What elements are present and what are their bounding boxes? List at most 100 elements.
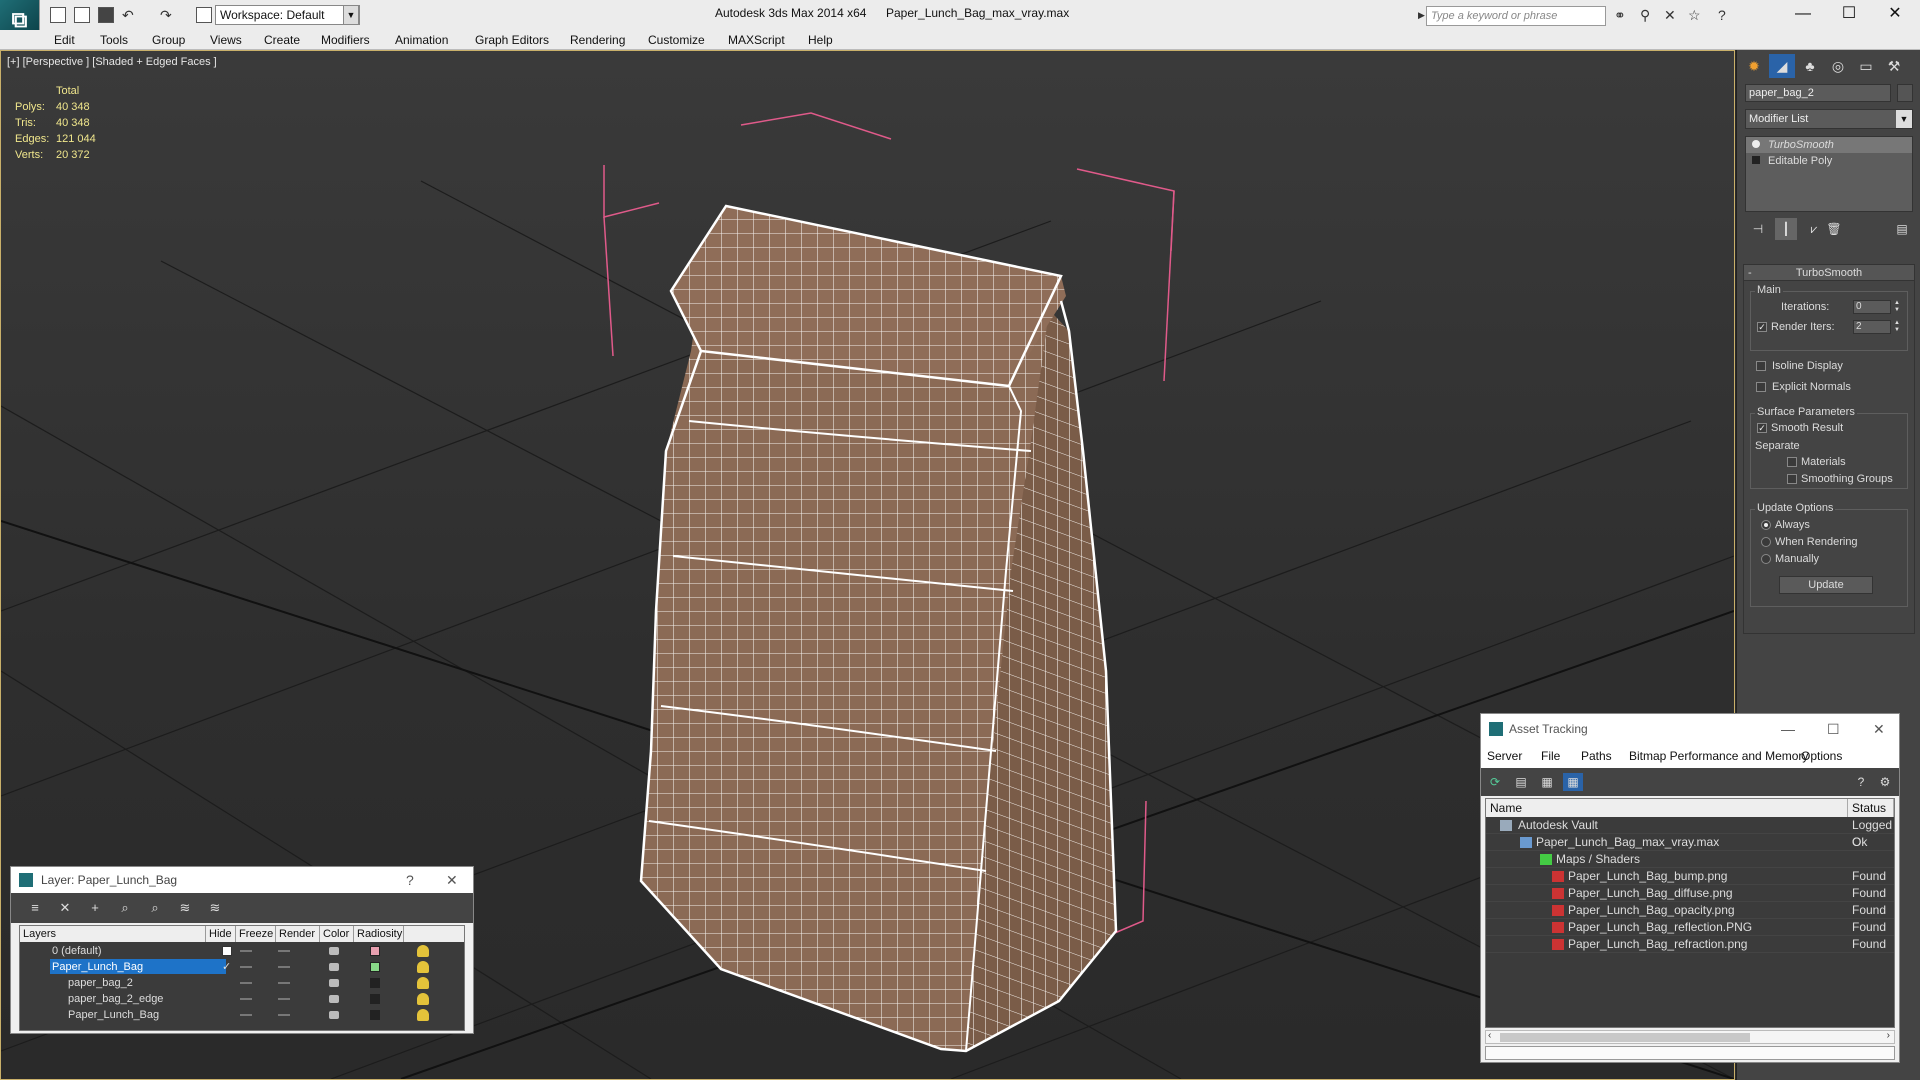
scroll-right-icon[interactable]: › (1887, 1030, 1890, 1041)
help-icon[interactable]: ? (406, 867, 414, 893)
layer-object-name[interactable]: Paper_Lunch_Bag (66, 1007, 159, 1022)
scrollbar-thumb[interactable] (1500, 1033, 1750, 1042)
undo-icon[interactable]: ↶ (122, 7, 134, 24)
delete-layer-icon[interactable]: ✕ (55, 899, 75, 917)
create-tab-icon[interactable]: ✹ (1741, 54, 1767, 78)
asset-path-field[interactable] (1485, 1046, 1895, 1060)
column-header[interactable]: Name (1486, 799, 1848, 817)
maximize-button[interactable]: ☐ (1827, 716, 1840, 742)
radiosity-icon[interactable] (417, 961, 429, 973)
menu-edit[interactable]: Edit (54, 33, 75, 47)
settings-icon[interactable]: ⚙ (1875, 773, 1895, 791)
communication-icon[interactable]: ✕ (1664, 7, 1676, 24)
close-button[interactable]: ✕ (1872, 0, 1918, 30)
freeze-toggle[interactable] (278, 1014, 290, 1016)
freeze-toggle[interactable] (278, 982, 290, 984)
menu-options[interactable]: Options (1801, 749, 1842, 763)
minimize-button[interactable]: — (1781, 716, 1795, 742)
smooth-result-checkbox[interactable]: ✓ (1757, 423, 1767, 433)
help-icon[interactable]: ? (1718, 7, 1726, 23)
hide-toggle[interactable] (240, 1014, 252, 1016)
hide-toggle[interactable] (240, 966, 252, 968)
thumbnail-view-icon[interactable]: ▦ (1537, 773, 1557, 791)
layer-row[interactable]: Paper_Lunch_Bag (20, 1007, 464, 1023)
menu-bitmap-performance[interactable]: Bitmap Performance and Memory (1629, 749, 1808, 763)
refresh-icon[interactable]: ⟳ (1485, 773, 1505, 791)
table-view-icon[interactable]: ▦ (1563, 773, 1583, 791)
layer-name[interactable]: 0 (default) (50, 943, 102, 958)
help-icon[interactable]: ? (1851, 773, 1871, 791)
menu-modifiers[interactable]: Modifiers (321, 33, 370, 47)
remove-modifier-icon[interactable]: 🗑 (1823, 218, 1845, 240)
menu-tools[interactable]: Tools (100, 33, 128, 47)
display-tab-icon[interactable]: ▭ (1853, 54, 1879, 78)
layer-color-swatch[interactable] (370, 994, 380, 1004)
asset-name[interactable]: Paper_Lunch_Bag_reflection.PNG (1568, 919, 1752, 936)
menu-animation[interactable]: Animation (395, 33, 448, 47)
render-teapot-icon[interactable] (329, 995, 339, 1003)
show-end-result-icon[interactable]: ┃ (1775, 218, 1797, 240)
render-teapot-icon[interactable] (329, 947, 339, 955)
maximize-button[interactable]: ☐ (1826, 0, 1872, 30)
lightbulb-icon[interactable] (1752, 140, 1760, 148)
render-iters-checkbox[interactable]: ✓ (1757, 322, 1767, 332)
column-header[interactable]: Render (276, 926, 320, 942)
add-to-layer-icon[interactable]: + (85, 899, 105, 917)
asset-name[interactable]: Paper_Lunch_Bag_opacity.png (1568, 902, 1735, 919)
horizontal-scrollbar[interactable]: ‹ › (1485, 1030, 1895, 1044)
asset-name[interactable]: Maps / Shaders (1556, 851, 1640, 868)
layer-object-name[interactable]: paper_bag_2 (66, 975, 133, 990)
menu-views[interactable]: Views (210, 33, 242, 47)
open-file-icon[interactable] (74, 7, 90, 23)
asset-row[interactable]: Paper_Lunch_Bag_opacity.png Found (1486, 902, 1894, 919)
motion-tab-icon[interactable]: ◎ (1825, 54, 1851, 78)
modify-tab-icon[interactable]: ◢ (1769, 54, 1795, 78)
layer-name[interactable]: Paper_Lunch_Bag (50, 959, 226, 974)
hide-all-icon[interactable]: ≋ (175, 899, 195, 917)
new-file-icon[interactable] (50, 7, 66, 23)
asset-name[interactable]: Paper_Lunch_Bag_max_vray.max (1536, 834, 1719, 851)
layer-row[interactable]: 0 (default) (20, 943, 464, 959)
always-radio[interactable] (1761, 520, 1771, 530)
menu-graph-editors[interactable]: Graph Editors (475, 33, 549, 47)
layer-object-name[interactable]: paper_bag_2_edge (66, 991, 163, 1006)
asset-row[interactable]: Maps / Shaders (1486, 851, 1894, 868)
asset-name[interactable]: Autodesk Vault (1518, 817, 1598, 834)
freeze-toggle[interactable] (278, 966, 290, 968)
menu-customize[interactable]: Customize (648, 33, 705, 47)
column-header[interactable]: Freeze (236, 926, 276, 942)
make-unique-icon[interactable]: ⩗ (1803, 218, 1825, 240)
asset-name[interactable]: Paper_Lunch_Bag_bump.png (1568, 868, 1727, 885)
current-layer-checkbox[interactable] (222, 946, 232, 956)
asset-name[interactable]: Paper_Lunch_Bag_diffuse.png (1568, 885, 1733, 902)
iterations-spinner[interactable]: 0 (1853, 300, 1891, 314)
stack-item-turbosmooth[interactable]: TurboSmooth (1746, 137, 1912, 153)
manually-radio[interactable] (1761, 554, 1771, 564)
radiosity-icon[interactable] (417, 1009, 429, 1021)
minimize-button[interactable]: — (1780, 0, 1826, 30)
layer-color-swatch[interactable] (370, 946, 380, 956)
menu-server[interactable]: Server (1487, 749, 1522, 763)
render-iters-spinner[interactable]: 2 (1853, 320, 1891, 334)
project-folder-icon[interactable] (196, 7, 212, 23)
menu-paths[interactable]: Paths (1581, 749, 1612, 763)
column-header[interactable]: Hide (206, 926, 236, 942)
render-teapot-icon[interactable] (329, 979, 339, 987)
modifier-stack[interactable]: TurboSmooth Editable Poly (1745, 136, 1913, 212)
asset-row[interactable]: Paper_Lunch_Bag_max_vray.max Ok (1486, 834, 1894, 851)
redo-icon[interactable]: ↷ (160, 7, 172, 24)
layer-color-swatch[interactable] (370, 978, 380, 988)
freeze-toggle[interactable] (278, 950, 290, 952)
layer-row[interactable]: paper_bag_2 (20, 975, 464, 991)
menu-group[interactable]: Group (152, 33, 185, 47)
spinner-arrows-icon[interactable]: ▲ ▼ (1893, 320, 1901, 334)
dialog-title-bar[interactable]: Asset Tracking — ☐ ✕ (1481, 714, 1899, 744)
expand-icon[interactable] (1752, 156, 1760, 164)
update-button[interactable]: Update (1779, 576, 1873, 594)
new-layer-icon[interactable]: ≡ (25, 899, 45, 917)
smoothing-groups-checkbox[interactable] (1787, 474, 1797, 484)
paper-bag-model[interactable] (639, 204, 1118, 1053)
dialog-title-bar[interactable]: Layer: Paper_Lunch_Bag ? ✕ (11, 867, 473, 893)
viewport-label[interactable]: [+] [Perspective ] [Shaded + Edged Faces… (7, 56, 217, 68)
layer-color-swatch[interactable] (370, 962, 380, 972)
